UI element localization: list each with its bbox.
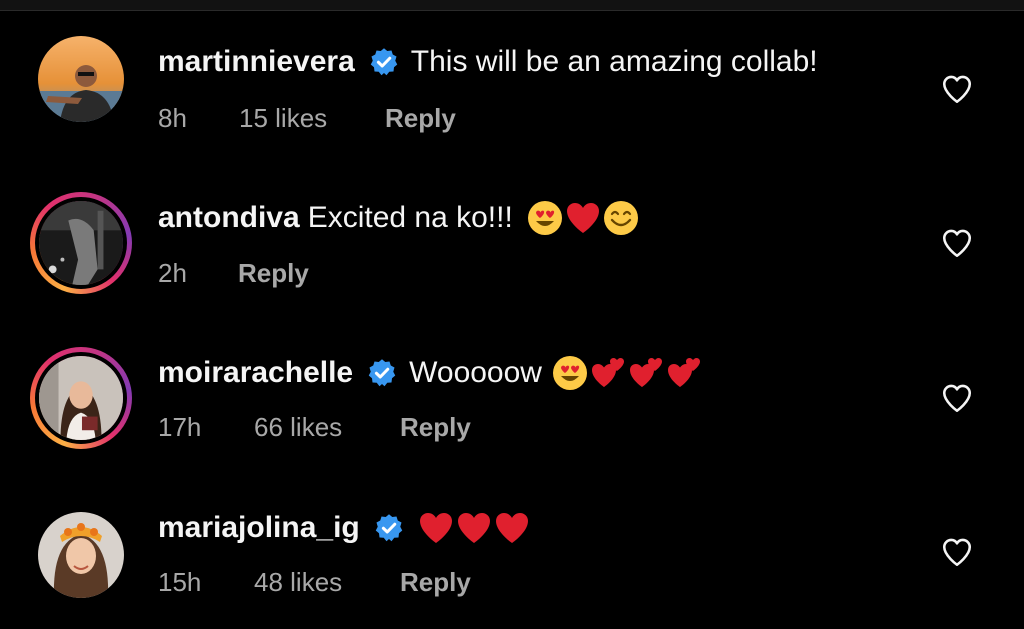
verified-badge-icon (374, 513, 404, 543)
like-heart-icon[interactable] (940, 381, 974, 415)
smiling-face-emoji (603, 200, 639, 236)
comment-timestamp[interactable]: 2h (158, 258, 187, 289)
like-heart-icon[interactable] (940, 226, 974, 260)
avatar-moirarachelle[interactable] (30, 347, 132, 449)
comment-username[interactable]: moirarachelle (158, 356, 353, 390)
red-heart-emoji (494, 510, 530, 546)
verified-badge-icon (367, 358, 397, 388)
comment-likes[interactable]: 48 likes (254, 567, 342, 598)
avatar-antondiva[interactable] (30, 192, 132, 294)
comment-timestamp[interactable]: 17h (158, 412, 201, 443)
avatar-mariajolina_ig[interactable] (30, 504, 132, 606)
comment-text: Excited na ko!!! (307, 201, 513, 234)
red-heart-emoji (456, 510, 492, 546)
reply-button[interactable]: Reply (400, 567, 471, 598)
red-heart-emoji (565, 200, 601, 236)
comment-timestamp[interactable]: 15h (158, 567, 201, 598)
red-heart-emoji (418, 510, 454, 546)
heart-eyes-emoji (552, 355, 588, 391)
comment-item: mariajolina_ig 15h 48 likes Reply (0, 0, 1024, 598)
comment-username[interactable]: antondiva (158, 201, 300, 235)
comment-username[interactable]: mariajolina_ig (158, 511, 360, 545)
two-hearts-emoji (590, 355, 626, 391)
heart-eyes-emoji (527, 200, 563, 236)
two-hearts-emoji (666, 355, 702, 391)
reply-button[interactable]: Reply (400, 412, 471, 443)
comment-likes[interactable]: 66 likes (254, 412, 342, 443)
reply-button[interactable]: Reply (238, 258, 309, 289)
two-hearts-emoji (628, 355, 664, 391)
like-heart-icon[interactable] (940, 535, 974, 569)
comment-text: Wooooow (409, 356, 542, 389)
